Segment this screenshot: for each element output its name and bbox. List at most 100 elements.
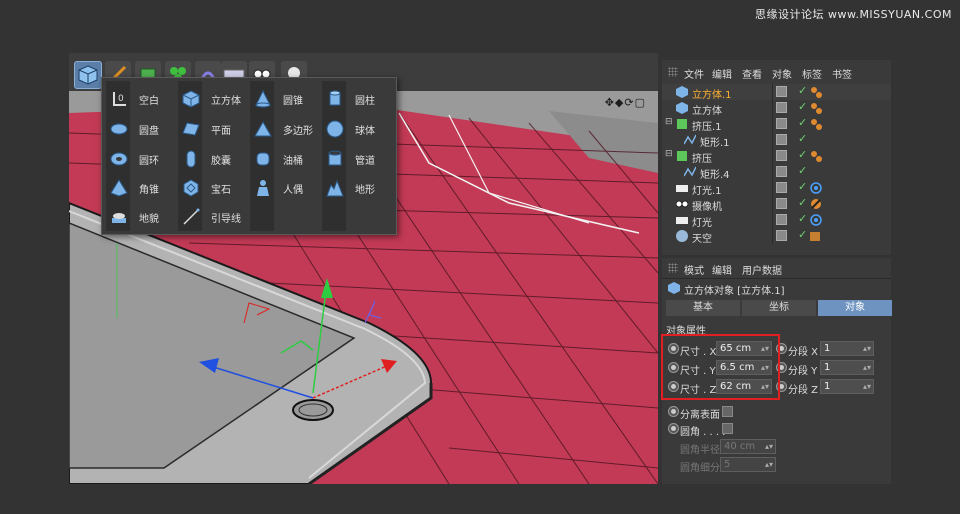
menu-bookmarks[interactable]: 书签 (832, 66, 852, 81)
seg-z-field[interactable]: 1 ▴▾ (820, 379, 874, 394)
popup-item-gem[interactable]: 宝石 (176, 176, 248, 200)
menu-object[interactable]: 对象 (772, 66, 792, 81)
menu-user-data[interactable]: 用户数据 (742, 262, 782, 277)
layer-box[interactable] (776, 214, 787, 225)
popup-item-label: 宝石 (211, 184, 231, 196)
object-row[interactable]: 立方体.1 ✓ (662, 84, 891, 101)
popup-item-torus[interactable]: 圆环 (104, 147, 176, 171)
spinner-icon[interactable]: ▴▾ (863, 380, 871, 393)
popup-item-figure[interactable]: 人偶 (248, 176, 320, 200)
material-tag-icon[interactable] (810, 102, 822, 114)
layer-box[interactable] (776, 102, 787, 113)
enabled-check-icon[interactable]: ✓ (798, 196, 807, 209)
material-tag-icon[interactable] (810, 150, 822, 162)
layer-box[interactable] (776, 166, 787, 177)
popup-item-cube[interactable]: 立方体 (176, 87, 248, 111)
object-row[interactable]: 灯光 ✓ (662, 212, 891, 229)
cube-tool-button[interactable] (74, 61, 102, 89)
object-name: 矩形.1 (700, 138, 730, 149)
seg-z-value: 1 (824, 381, 831, 392)
seg-x-field[interactable]: 1 ▴▾ (820, 341, 874, 356)
enabled-check-icon[interactable]: ✓ (798, 164, 807, 177)
popup-item-oil-tank[interactable]: 油桶 (248, 147, 320, 171)
layer-box[interactable] (776, 86, 787, 97)
object-row[interactable]: 天空 ✓ (662, 228, 891, 245)
layer-box[interactable] (776, 230, 787, 241)
popup-item-polygon[interactable]: 多边形 (248, 117, 320, 141)
seg-y-field[interactable]: 1 ▴▾ (820, 360, 874, 375)
object-row[interactable]: ⊟ 挤压 ✓ (662, 148, 891, 165)
layer-box[interactable] (776, 198, 787, 209)
enabled-check-icon[interactable]: ✓ (798, 212, 807, 225)
popup-item-cylinder[interactable]: 圆柱 (320, 87, 392, 111)
menu-file[interactable]: 文件 (684, 66, 704, 81)
layer-box[interactable] (776, 118, 787, 129)
target-tag-icon[interactable] (810, 214, 822, 226)
grip-icon[interactable] (668, 263, 678, 273)
object-name: 矩形.4 (700, 170, 730, 181)
hdri-tag-icon[interactable] (810, 230, 822, 242)
object-row[interactable]: 立方体 ✓ (662, 100, 891, 117)
enabled-check-icon[interactable]: ✓ (798, 84, 807, 97)
menu-view[interactable]: 查看 (742, 66, 762, 81)
popup-item-guide[interactable]: 引导线 (176, 205, 248, 229)
enabled-check-icon[interactable]: ✓ (798, 180, 807, 193)
spinner-icon[interactable]: ▴▾ (765, 458, 773, 471)
popup-item-landscape[interactable]: 地貌 (104, 205, 176, 229)
popup-item-disc[interactable]: 圆盘 (104, 117, 176, 141)
enabled-check-icon[interactable]: ✓ (798, 100, 807, 113)
fillet-checkbox[interactable] (722, 423, 733, 434)
fillet-radius-value: 40 cm (724, 441, 756, 452)
spinner-icon[interactable]: ▴▾ (863, 342, 871, 355)
enabled-check-icon[interactable]: ✓ (798, 132, 807, 145)
menu-tags[interactable]: 标签 (802, 66, 822, 81)
attribute-manager-menubar: 模式 编辑 用户数据 (662, 258, 891, 279)
collapse-icon[interactable]: ⊟ (665, 149, 673, 159)
popup-item-terrain[interactable]: 地形 (320, 176, 392, 200)
tab-object[interactable]: 对象 (818, 300, 892, 316)
enabled-check-icon[interactable]: ✓ (798, 116, 807, 129)
popup-item-pyramid[interactable]: 角锥 (104, 176, 176, 200)
fillet-subdiv-field[interactable]: 5 ▴▾ (720, 457, 776, 472)
spinner-icon[interactable]: ▴▾ (765, 440, 773, 453)
object-row[interactable]: 灯光.1 ✓ (662, 180, 891, 197)
separate-surfaces-checkbox[interactable] (722, 406, 733, 417)
menu-edit[interactable]: 编辑 (712, 262, 732, 277)
collapse-icon[interactable]: ⊟ (665, 117, 673, 127)
tab-basic[interactable]: 基本 (666, 300, 740, 316)
enabled-check-icon[interactable]: ✓ (798, 148, 807, 161)
menu-edit[interactable]: 编辑 (712, 66, 732, 81)
viewport-nav-icons[interactable]: ✥◆⟳▢ (605, 96, 646, 109)
menu-mode[interactable]: 模式 (684, 262, 704, 277)
material-tag-icon[interactable] (810, 118, 822, 130)
material-tag-icon[interactable] (810, 86, 822, 98)
popup-item-plane[interactable]: 平面 (176, 117, 248, 141)
animate-radio[interactable] (668, 423, 679, 434)
layer-box[interactable] (776, 150, 787, 161)
layer-box[interactable] (776, 134, 787, 145)
object-name: 摄像机 (692, 202, 722, 213)
popup-item-null[interactable]: 0 空白 (104, 87, 176, 111)
fillet-radius-field[interactable]: 40 cm ▴▾ (720, 439, 776, 454)
popup-item-sphere[interactable]: 球体 (320, 117, 392, 141)
enabled-check-icon[interactable]: ✓ (798, 228, 807, 241)
pyramid-icon (110, 179, 128, 197)
grip-icon[interactable] (668, 67, 678, 77)
spinner-icon[interactable]: ▴▾ (863, 361, 871, 374)
object-row[interactable]: 摄像机 ✓ (662, 196, 891, 213)
popup-item-capsule[interactable]: 胶囊 (176, 147, 248, 171)
protection-tag-icon[interactable] (810, 198, 822, 210)
camera-icon (676, 200, 688, 208)
animate-radio[interactable] (668, 406, 679, 417)
target-tag-icon[interactable] (810, 182, 822, 194)
object-row[interactable]: 矩形.4 ✓ (662, 164, 891, 181)
param-row-separate: 分离表面 (662, 404, 891, 421)
plane-icon (182, 122, 200, 136)
tab-coord[interactable]: 坐标 (742, 300, 816, 316)
popup-item-cone[interactable]: 圆锥 (248, 87, 320, 111)
object-row[interactable]: 矩形.1 ✓ (662, 132, 891, 149)
object-row[interactable]: ⊟ 挤压.1 ✓ (662, 116, 891, 133)
cube-icon (668, 282, 680, 294)
layer-box[interactable] (776, 182, 787, 193)
popup-item-tube[interactable]: 管道 (320, 147, 392, 171)
